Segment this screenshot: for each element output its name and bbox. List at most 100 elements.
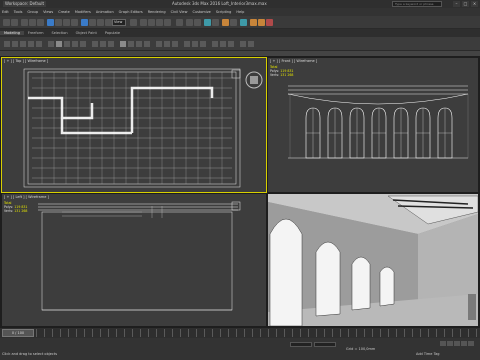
link-icon[interactable] bbox=[21, 19, 28, 26]
menu-item[interactable]: Group bbox=[27, 10, 38, 14]
tool-icon[interactable] bbox=[36, 41, 42, 47]
mirror-icon[interactable] bbox=[186, 19, 193, 26]
place-icon[interactable] bbox=[105, 19, 112, 26]
align-icon[interactable] bbox=[194, 19, 201, 26]
render-frame-icon[interactable] bbox=[258, 19, 265, 26]
undo-icon[interactable] bbox=[3, 19, 10, 26]
snap-icon[interactable] bbox=[140, 19, 147, 26]
tab-modeling[interactable]: Modeling bbox=[0, 31, 24, 35]
tool-icon[interactable] bbox=[120, 41, 126, 47]
tool-icon[interactable] bbox=[212, 41, 218, 47]
menu-item[interactable]: Customize bbox=[192, 10, 210, 14]
tool-icon[interactable] bbox=[64, 41, 70, 47]
maximize-button[interactable]: □ bbox=[462, 1, 469, 7]
menu-item[interactable]: Rendering bbox=[148, 10, 166, 14]
tool-icon[interactable] bbox=[20, 41, 26, 47]
tool-icon[interactable] bbox=[192, 41, 198, 47]
tool-icon[interactable] bbox=[184, 41, 190, 47]
layer-icon[interactable] bbox=[204, 19, 211, 26]
play-icon[interactable] bbox=[454, 341, 460, 346]
tool-icon[interactable] bbox=[48, 41, 54, 47]
percent-snap-icon[interactable] bbox=[156, 19, 163, 26]
tab-selection[interactable]: Selection bbox=[48, 31, 72, 35]
time-slider[interactable]: 0 / 100 bbox=[2, 329, 34, 337]
menu-item[interactable]: Edit bbox=[2, 10, 9, 14]
go-to-end-icon[interactable] bbox=[468, 341, 474, 346]
tool-icon[interactable] bbox=[72, 41, 78, 47]
workspace-dropdown[interactable]: Workspace: Default bbox=[3, 1, 47, 7]
tool-icon[interactable] bbox=[4, 41, 10, 47]
main-toolbar: View bbox=[0, 16, 480, 29]
rotate-icon[interactable] bbox=[89, 19, 96, 26]
tool-icon[interactable] bbox=[220, 41, 226, 47]
menu-item[interactable]: Modifiers bbox=[75, 10, 91, 14]
go-to-start-icon[interactable] bbox=[440, 341, 446, 346]
region-select-icon[interactable] bbox=[63, 19, 70, 26]
tool-icon[interactable] bbox=[56, 41, 62, 47]
timeline-ruler[interactable] bbox=[36, 329, 480, 337]
menu-item[interactable]: Views bbox=[43, 10, 53, 14]
named-selection-icon[interactable] bbox=[176, 19, 183, 26]
menu-item[interactable]: Civil View bbox=[171, 10, 188, 14]
tool-icon[interactable] bbox=[136, 41, 142, 47]
menu-item[interactable]: Graph Editors bbox=[119, 10, 143, 14]
spinner-snap-icon[interactable] bbox=[164, 19, 171, 26]
reference-coordinate-dropdown[interactable]: View bbox=[112, 19, 126, 26]
viewport-perspective[interactable] bbox=[268, 194, 478, 326]
bind-icon[interactable] bbox=[37, 19, 44, 26]
tool-icon[interactable] bbox=[108, 41, 114, 47]
search-input[interactable]: Type a keyword or phrase bbox=[392, 1, 442, 7]
menu-item[interactable]: Tools bbox=[14, 10, 23, 14]
redo-icon[interactable] bbox=[11, 19, 18, 26]
render-icon[interactable] bbox=[266, 19, 273, 26]
viewcube-icon[interactable] bbox=[244, 70, 264, 90]
tab-freeform[interactable]: Freeform bbox=[24, 31, 48, 35]
select-icon[interactable] bbox=[47, 19, 54, 26]
material-editor-icon[interactable] bbox=[240, 19, 247, 26]
tool-icon[interactable] bbox=[164, 41, 170, 47]
menu-item[interactable]: Scripting bbox=[216, 10, 232, 14]
left-wireframe bbox=[38, 201, 241, 311]
curve-editor-icon[interactable] bbox=[222, 19, 229, 26]
y-coordinate-field[interactable] bbox=[314, 342, 336, 347]
tool-icon[interactable] bbox=[156, 41, 162, 47]
tool-icon[interactable] bbox=[12, 41, 18, 47]
menu-bar: Edit Tools Group Views Create Modifiers … bbox=[0, 8, 480, 16]
menu-item[interactable]: Animation bbox=[96, 10, 114, 14]
add-time-tag-button[interactable]: Add Time Tag bbox=[416, 352, 440, 356]
tool-icon[interactable] bbox=[240, 41, 246, 47]
tool-icon[interactable] bbox=[144, 41, 150, 47]
tool-icon[interactable] bbox=[200, 41, 206, 47]
schematic-view-icon[interactable] bbox=[230, 19, 237, 26]
tool-icon[interactable] bbox=[80, 41, 86, 47]
menu-item[interactable]: Create bbox=[58, 10, 70, 14]
scale-icon[interactable] bbox=[97, 19, 104, 26]
move-icon[interactable] bbox=[81, 19, 88, 26]
tool-icon[interactable] bbox=[248, 41, 254, 47]
viewport-front[interactable]: [ + ] [ Front ] [ Wireframe ] Total Poly… bbox=[268, 58, 478, 192]
previous-frame-icon[interactable] bbox=[447, 341, 453, 346]
tab-populate[interactable]: Populate bbox=[101, 31, 124, 35]
render-setup-icon[interactable] bbox=[250, 19, 257, 26]
viewport-left[interactable]: [ + ] [ Left ] [ Wireframe ] Total Polys… bbox=[2, 194, 266, 326]
viewport-top[interactable]: [ + ] [ Top ] [ Wireframe ] bbox=[1, 57, 267, 193]
unlink-icon[interactable] bbox=[29, 19, 36, 26]
tool-icon[interactable] bbox=[28, 41, 34, 47]
ribbon-toggle-icon[interactable] bbox=[212, 19, 219, 26]
close-button[interactable]: × bbox=[471, 1, 478, 7]
tool-icon[interactable] bbox=[92, 41, 98, 47]
tool-icon[interactable] bbox=[100, 41, 106, 47]
tool-icon[interactable] bbox=[128, 41, 134, 47]
tab-object-paint[interactable]: Object Paint bbox=[72, 31, 101, 35]
x-coordinate-field[interactable] bbox=[290, 342, 312, 347]
pivot-icon[interactable] bbox=[130, 19, 137, 26]
select-by-name-icon[interactable] bbox=[55, 19, 62, 26]
tool-icon[interactable] bbox=[172, 41, 178, 47]
window-crossing-icon[interactable] bbox=[71, 19, 78, 26]
angle-snap-icon[interactable] bbox=[148, 19, 155, 26]
minimize-button[interactable]: – bbox=[453, 1, 460, 7]
tool-icon[interactable] bbox=[228, 41, 234, 47]
grid-size: Grid = 100,0mm bbox=[346, 347, 376, 351]
menu-item[interactable]: Help bbox=[236, 10, 244, 14]
next-frame-icon[interactable] bbox=[461, 341, 467, 346]
